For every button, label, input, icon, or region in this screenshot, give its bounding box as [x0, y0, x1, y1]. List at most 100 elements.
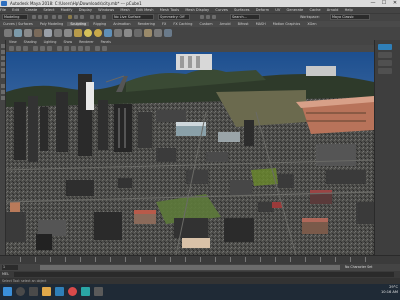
viewport-3d[interactable] — [6, 52, 374, 255]
undo-icon[interactable] — [52, 15, 56, 19]
close-button[interactable]: ✕ — [390, 0, 400, 7]
redo-icon[interactable] — [58, 15, 62, 19]
system-tray[interactable]: 29°C 10:16 AM — [356, 285, 400, 299]
menu-surfaces[interactable]: Surfaces — [234, 8, 250, 12]
menu-file[interactable]: File — [0, 8, 6, 12]
shelf-tab-rendering[interactable]: Rendering — [135, 22, 158, 26]
panel-menu-shading[interactable]: Shading — [24, 40, 37, 44]
shelf-tab-fx-caching[interactable]: FX Caching — [170, 22, 195, 26]
panel-menu-renderer[interactable]: Renderer — [79, 40, 94, 44]
camera-attributes-icon[interactable] — [16, 46, 21, 51]
file-explorer-icon[interactable] — [42, 287, 51, 296]
shelf-tab-fx[interactable]: FX — [159, 22, 169, 26]
shelf-tab-arnold[interactable]: Arnold — [217, 22, 234, 26]
menu-select[interactable]: Select — [43, 8, 54, 12]
symmetry-field[interactable]: Symmetry: Off — [158, 14, 190, 20]
smear-tool-icon[interactable] — [154, 29, 162, 37]
menu-modify[interactable]: Modify — [61, 8, 73, 12]
range-bar[interactable] — [40, 265, 340, 270]
search-icon[interactable] — [16, 287, 25, 296]
render-settings-icon[interactable] — [212, 15, 216, 19]
grid-toggle-icon[interactable] — [33, 46, 38, 51]
chrome-icon[interactable] — [68, 287, 77, 296]
grab-tool-icon[interactable] — [44, 29, 52, 37]
menu-cache[interactable]: Cache — [309, 8, 320, 12]
snap-grid-icon[interactable] — [90, 15, 94, 19]
menu-mesh-display[interactable]: Mesh Display — [185, 8, 209, 12]
menu-display[interactable]: Display — [79, 8, 92, 12]
move-tool-icon[interactable] — [1, 62, 5, 66]
render-frame-icon[interactable] — [200, 15, 204, 19]
paint-select-icon[interactable] — [1, 56, 5, 60]
ipr-render-icon[interactable] — [206, 15, 210, 19]
layout-four-icon[interactable] — [1, 90, 5, 94]
select-object-icon[interactable] — [74, 15, 78, 19]
command-input[interactable] — [14, 272, 394, 277]
maya-app-icon[interactable] — [1, 1, 7, 6]
menu-curves[interactable]: Curves — [215, 8, 227, 12]
edge-browser-icon[interactable] — [55, 287, 64, 296]
film-gate-icon[interactable] — [40, 46, 45, 51]
menu-set-dropdown[interactable]: Modeling — [2, 14, 28, 20]
shelf-tab-mash[interactable]: MASH — [253, 22, 269, 26]
camera-select-icon[interactable] — [9, 46, 14, 51]
app-taskbar-icon[interactable] — [94, 287, 103, 296]
menu-help[interactable]: Help — [345, 8, 353, 12]
save-scene-icon[interactable] — [44, 15, 48, 19]
menu-deform[interactable]: Deform — [256, 8, 269, 12]
bulge-tool-icon[interactable] — [164, 29, 172, 37]
sculpt-tool-icon[interactable] — [14, 29, 22, 37]
char-set-dropdown[interactable]: No Character Set — [345, 265, 372, 269]
shelf-settings-icon[interactable] — [4, 29, 12, 37]
wax-tool-icon[interactable] — [114, 29, 122, 37]
shelf-tab-curves[interactable]: Curves / Surfaces — [0, 22, 36, 26]
panel-menu-show[interactable]: Show — [63, 40, 72, 44]
relax-tool-icon[interactable] — [34, 29, 42, 37]
attribute-editor-button[interactable] — [378, 52, 392, 58]
maya-taskbar-icon[interactable] — [81, 287, 90, 296]
smooth-tool-icon[interactable] — [24, 29, 32, 37]
flatten-tool-icon[interactable] — [64, 29, 72, 37]
layout-single-icon[interactable] — [1, 84, 5, 88]
task-view-icon[interactable] — [29, 287, 38, 296]
select-hierarchy-icon[interactable] — [68, 15, 72, 19]
xray-icon[interactable] — [102, 46, 107, 51]
isolate-select-icon[interactable] — [95, 46, 100, 51]
shelf-tab-bifrost[interactable]: Bifrost — [235, 22, 252, 26]
imprint-tool-icon[interactable] — [104, 29, 112, 37]
smooth-shade-icon[interactable] — [64, 46, 69, 51]
shelf-tab-sculpting[interactable]: Sculpting — [67, 22, 90, 26]
layout-outliner-icon[interactable] — [1, 96, 5, 100]
script-language-label[interactable]: MEL — [0, 272, 9, 276]
shelf-tab-custom[interactable]: Custom — [197, 22, 216, 26]
menu-edit[interactable]: Edit — [12, 8, 19, 12]
menu-uv[interactable]: UV — [275, 8, 280, 12]
bookmarks-icon[interactable] — [23, 46, 28, 51]
workspace-dropdown[interactable]: Maya Classic — [330, 14, 370, 20]
range-start-field[interactable]: 1 — [2, 265, 18, 270]
modeling-toolkit-button[interactable] — [378, 44, 392, 50]
menu-mesh-tools[interactable]: Mesh Tools — [160, 8, 179, 12]
lasso-tool-icon[interactable] — [1, 50, 5, 54]
scale-tool-icon[interactable] — [1, 74, 5, 78]
open-scene-icon[interactable] — [38, 15, 42, 19]
panel-menu-lighting[interactable]: Lighting — [44, 40, 57, 44]
search-input[interactable]: Search... — [230, 14, 260, 20]
channel-box-button[interactable] — [378, 60, 392, 66]
shelf-tab-poly[interactable]: Poly Modeling — [37, 22, 66, 26]
knife-tool-icon[interactable] — [144, 29, 152, 37]
wireframe-icon[interactable] — [57, 46, 62, 51]
use-lights-icon[interactable] — [78, 46, 83, 51]
rotate-tool-icon[interactable] — [1, 68, 5, 72]
foamy-tool-icon[interactable] — [74, 29, 82, 37]
menu-edit-mesh[interactable]: Edit Mesh — [136, 8, 154, 12]
shelf-tab-motion-graphics[interactable]: Motion Graphics — [270, 22, 304, 26]
spray-tool-icon[interactable] — [84, 29, 92, 37]
panel-menu-view[interactable]: View — [9, 40, 17, 44]
snap-point-icon[interactable] — [102, 15, 106, 19]
fill-tool-icon[interactable] — [134, 29, 142, 37]
panel-menu-panels[interactable]: Panels — [101, 40, 111, 44]
shelf-tab-animation[interactable]: Animation — [110, 22, 133, 26]
textured-icon[interactable] — [71, 46, 76, 51]
menu-mesh[interactable]: Mesh — [120, 8, 129, 12]
